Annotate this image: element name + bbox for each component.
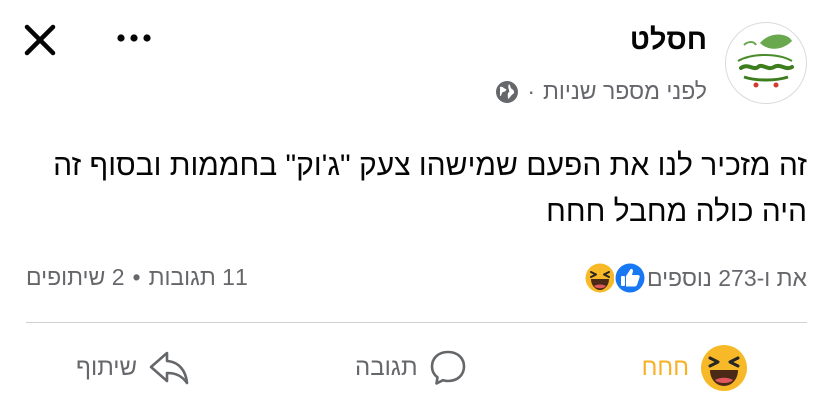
counts-separator: • bbox=[132, 264, 141, 290]
comment-label: תגובה bbox=[355, 354, 418, 381]
more-icon bbox=[117, 34, 151, 42]
reaction-button[interactable]: חחח bbox=[642, 340, 749, 396]
haha-icon bbox=[583, 262, 616, 294]
divider bbox=[26, 322, 807, 323]
share-button[interactable]: שיתוף bbox=[76, 340, 191, 396]
reaction-label: חחח bbox=[641, 354, 689, 381]
page-name[interactable]: חסלט bbox=[630, 24, 707, 57]
brand-logo bbox=[737, 34, 794, 88]
close-button[interactable] bbox=[22, 22, 58, 58]
page-avatar[interactable] bbox=[725, 22, 807, 104]
share-icon bbox=[149, 351, 189, 385]
engagement-counts: 11 תגובות • 2 שיתופים bbox=[26, 264, 248, 291]
like-icon bbox=[613, 262, 646, 294]
post-text: זה מזכיר לנו את הפעם שמישהו צעק "ג'וק" ב… bbox=[53, 149, 807, 228]
haha-icon bbox=[701, 345, 747, 391]
reactions-count: את ו-273 נוספים bbox=[646, 264, 807, 291]
comment-icon bbox=[430, 350, 465, 385]
comment-button[interactable]: תגובה bbox=[355, 340, 468, 396]
post-meta: לפני מספר שניות · bbox=[495, 78, 707, 105]
shares-count[interactable]: 2 שיתופים bbox=[26, 264, 125, 291]
close-icon bbox=[24, 24, 56, 56]
meta-separator: · bbox=[527, 78, 535, 104]
globe-icon bbox=[496, 80, 519, 103]
reactions-summary[interactable]: את ו-273 נוספים bbox=[571, 260, 807, 296]
post-time[interactable]: לפני מספר שניות bbox=[543, 78, 707, 105]
comments-count[interactable]: 11 תגובות bbox=[149, 264, 248, 291]
more-options-button[interactable] bbox=[113, 26, 157, 54]
share-label: שיתוף bbox=[76, 354, 138, 381]
reaction-icons bbox=[579, 260, 647, 296]
